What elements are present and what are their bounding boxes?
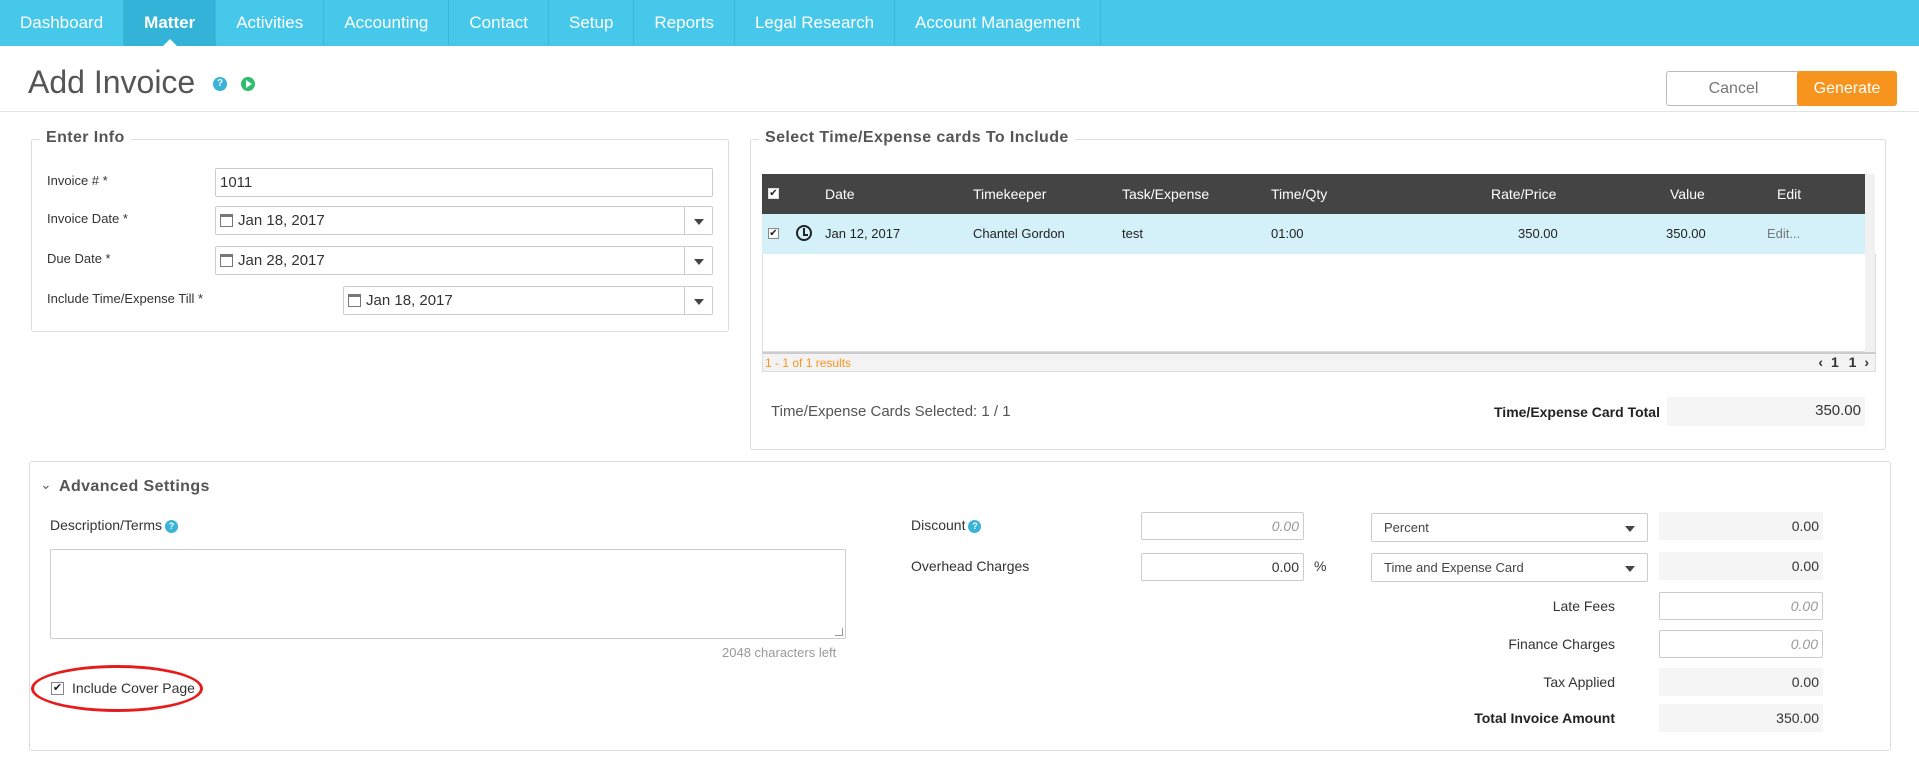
overhead-type-select[interactable]: Time and Expense Card [1371,553,1648,582]
invoice-date-value: Jan 18, 2017 [238,212,325,229]
row-edit-link[interactable]: Edit... [1767,214,1800,254]
tax-applied-value: 0.00 [1659,668,1823,696]
discount-type-value: Percent [1384,520,1429,535]
clock-icon [796,225,812,241]
discount-type-select[interactable]: Percent [1371,513,1648,542]
col-edit: Edit [1777,186,1802,202]
description-label: Description/Terms? [50,517,179,533]
pager-current-page[interactable]: 1 [1831,354,1839,370]
cards-table-footer: 1 - 1 of 1 results ‹ 1 1 › [762,352,1876,372]
overhead-unit: % [1314,558,1327,574]
chars-left-text: 2048 characters left [722,645,837,660]
advanced-settings-legend[interactable]: Advanced Settings [59,478,210,496]
nav-accounting[interactable]: Accounting [324,0,450,46]
help-icon[interactable]: ? [165,519,179,533]
resize-handle-icon[interactable] [835,628,843,636]
table-scrollbar[interactable] [1865,174,1875,352]
cards-table-body [762,254,1876,352]
pager: ‹ 1 1 › [1818,354,1869,370]
pager-prev-button[interactable]: ‹ [1818,354,1823,370]
play-icon[interactable] [241,77,255,91]
row-date: Jan 12, 2017 [825,226,901,241]
nav-activities[interactable]: Activities [216,0,325,46]
overhead-label: Overhead Charges [911,558,1030,574]
invoice-number-input[interactable]: 1011 [215,168,713,197]
chevron-down-icon [1625,566,1635,572]
chevron-down-icon[interactable] [684,207,712,234]
overhead-input[interactable]: 0.00 [1141,553,1304,581]
row-value: 350.00 [1666,226,1706,241]
col-qty[interactable]: Time/Qty [1271,174,1327,214]
table-row[interactable]: ✔ Jan 12, 2017 Chantel Gordon test 01:00… [762,214,1865,254]
calendar-icon [220,254,233,267]
nav-reports[interactable]: Reports [634,0,735,46]
include-till-value: Jan 18, 2017 [366,292,453,309]
chevron-down-icon[interactable]: ⌄ [40,476,52,493]
invoice-number-label: Invoice # * [47,173,108,188]
cards-table-header: ✔ Date Timekeeper Task/Expense Time/Qty … [762,174,1865,214]
pager-total-pages: 1 [1848,354,1857,370]
invoice-date-picker[interactable]: Jan 18, 2017 [215,206,713,235]
chevron-down-icon [1625,526,1635,532]
total-invoice-value: 350.00 [1659,704,1823,732]
help-icon[interactable]: ? [968,519,982,533]
row-checkbox[interactable]: ✔ [768,228,779,239]
tax-applied-label: Tax Applied [1543,674,1615,690]
col-value[interactable]: Value [1670,174,1705,214]
col-task[interactable]: Task/Expense [1122,174,1209,214]
cards-legend: Select Time/Expense cards To Include [759,129,1075,147]
page-title: Add Invoice [28,64,196,100]
row-qty: 01:00 [1271,226,1304,241]
help-icon[interactable]: ? [213,77,227,91]
card-total-label: Time/Expense Card Total [1494,404,1660,420]
col-timekeeper[interactable]: Timekeeper [973,174,1046,214]
description-label-text: Description/Terms [50,517,163,533]
include-till-picker[interactable]: Jan 18, 2017 [343,286,713,315]
nav-setup[interactable]: Setup [549,0,635,46]
due-date-label: Due Date * [47,251,111,266]
row-task: test [1122,226,1143,241]
cancel-button[interactable]: Cancel [1666,71,1801,106]
row-timekeeper: Chantel Gordon [973,226,1065,241]
late-fees-label: Late Fees [1552,598,1615,614]
invoice-date-label: Invoice Date * [47,211,128,226]
finance-charges-input[interactable]: 0.00 [1659,630,1823,658]
select-all-checkbox[interactable]: ✔ [768,188,779,199]
nav-matter[interactable]: Matter [124,0,217,46]
discount-input[interactable]: 0.00 [1141,512,1304,540]
overhead-type-value: Time and Expense Card [1384,560,1524,575]
nav-contact[interactable]: Contact [449,0,549,46]
chevron-down-icon[interactable] [684,287,712,314]
generate-button[interactable]: Generate [1797,71,1897,106]
description-textarea[interactable] [50,549,846,639]
nav-legal-research[interactable]: Legal Research [735,0,896,46]
enter-info-legend: Enter Info [40,129,131,147]
calendar-icon [220,214,233,227]
due-date-picker[interactable]: Jan 28, 2017 [215,246,713,275]
finance-charges-label: Finance Charges [1508,636,1615,652]
cards-selected-text: Time/Expense Cards Selected: 1 / 1 [771,403,1011,420]
include-till-label: Include Time/Expense Till * [47,291,204,306]
chevron-down-icon[interactable] [684,247,712,274]
col-date[interactable]: Date [825,174,855,214]
nav-dashboard[interactable]: Dashboard [0,0,125,46]
card-total-value: 350.00 [1667,397,1865,426]
top-nav: Dashboard Matter Activities Accounting C… [0,0,1919,46]
due-date-value: Jan 28, 2017 [238,252,325,269]
results-count: 1 - 1 of 1 results [765,356,852,370]
annotation-ellipse [31,665,203,712]
late-fees-input[interactable]: 0.00 [1659,592,1823,620]
discount-label: Discount? [911,517,982,533]
page-header: Add Invoice [0,46,1919,112]
overhead-amount: 0.00 [1659,552,1823,580]
discount-amount: 0.00 [1659,512,1823,540]
discount-label-text: Discount [911,517,966,533]
col-rate[interactable]: Rate/Price [1491,174,1556,214]
nav-account-management[interactable]: Account Management [895,0,1102,46]
pager-next-button[interactable]: › [1864,354,1869,370]
calendar-icon [348,294,361,307]
row-rate: 350.00 [1518,226,1558,241]
total-invoice-label: Total Invoice Amount [1474,710,1615,726]
